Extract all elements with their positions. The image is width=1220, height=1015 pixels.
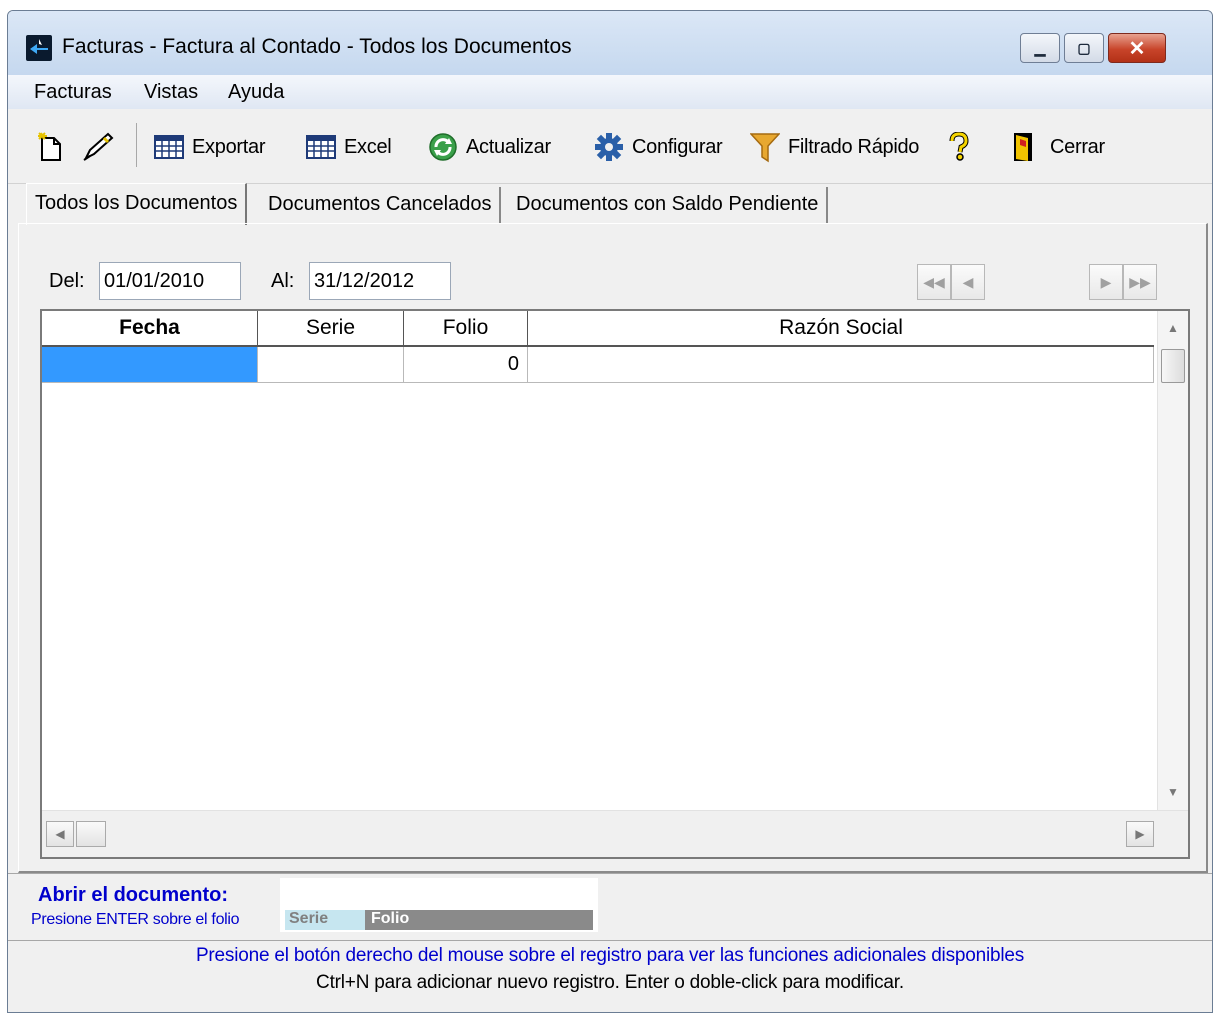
abrir-documento-title: Abrir el documento: bbox=[38, 884, 229, 906]
cerrar-button[interactable]: Cerrar bbox=[1012, 131, 1105, 163]
arrow-down-icon: ▼ bbox=[1167, 785, 1179, 799]
cell-folio[interactable]: 0 bbox=[404, 347, 528, 383]
horizontal-scrollbar[interactable]: ◀ ▶ bbox=[42, 810, 1188, 857]
tab-documentos-saldo-pendiente[interactable]: Documentos con Saldo Pendiente bbox=[508, 187, 829, 223]
menu-facturas[interactable]: Facturas bbox=[34, 81, 112, 104]
filtrado-rapido-button[interactable]: Filtrado Rápido bbox=[750, 131, 919, 163]
status-separator bbox=[8, 940, 1212, 941]
menu-ayuda[interactable]: Ayuda bbox=[228, 81, 284, 104]
table-icon bbox=[154, 135, 184, 159]
new-document-button[interactable] bbox=[38, 131, 64, 163]
configurar-button[interactable]: Configurar bbox=[594, 131, 723, 163]
toolbar-separator bbox=[136, 123, 137, 167]
cell-serie[interactable] bbox=[258, 347, 404, 383]
title-bar[interactable]: Facturas - Factura al Contado - Todos lo… bbox=[8, 11, 1212, 76]
maximize-icon: ▢ bbox=[1077, 39, 1091, 56]
cell-fecha[interactable] bbox=[42, 347, 258, 383]
nav-first-prev-group: ◀◀ ◀ bbox=[917, 264, 985, 300]
window-title: Facturas - Factura al Contado - Todos lo… bbox=[62, 35, 572, 58]
cell-razon-social[interactable] bbox=[528, 347, 1154, 383]
vertical-scroll-thumb[interactable] bbox=[1161, 349, 1185, 383]
table-row[interactable]: 0 bbox=[42, 347, 1154, 383]
funnel-icon bbox=[750, 133, 780, 163]
horizontal-scroll-thumb[interactable] bbox=[76, 821, 106, 847]
prev-icon: ◀ bbox=[962, 273, 974, 290]
search-field-folio[interactable]: Folio bbox=[365, 910, 593, 930]
minimize-button[interactable]: ▁ bbox=[1020, 33, 1060, 63]
actualizar-label: Actualizar bbox=[466, 135, 551, 158]
first-record-button[interactable]: ◀◀ bbox=[917, 264, 951, 300]
exit-door-icon bbox=[1014, 133, 1032, 161]
next-icon: ▶ bbox=[1100, 273, 1112, 290]
exportar-label: Exportar bbox=[192, 135, 266, 158]
edit-pen-button[interactable] bbox=[82, 131, 114, 163]
main-window: Facturas - Factura al Contado - Todos lo… bbox=[7, 10, 1213, 1013]
right-click-hint: Presione el botón derecho del mouse sobr… bbox=[195, 945, 1025, 966]
vertical-scrollbar[interactable]: ▲ ▼ bbox=[1157, 311, 1188, 811]
al-date-input[interactable] bbox=[309, 262, 451, 300]
cerrar-label: Cerrar bbox=[1050, 135, 1105, 158]
last-icon: ▶▶ bbox=[1129, 273, 1151, 290]
menu-vistas[interactable]: Vistas bbox=[144, 81, 198, 104]
minimize-icon: ▁ bbox=[1034, 39, 1046, 56]
arrow-right-icon: ▶ bbox=[1135, 827, 1145, 841]
scroll-left-button[interactable]: ◀ bbox=[46, 821, 74, 847]
tab-documentos-cancelados[interactable]: Documentos Cancelados bbox=[260, 187, 502, 223]
nav-next-last-group: ▶ ▶▶ bbox=[1089, 264, 1157, 300]
tab-strip: Todos los Documentos Documentos Cancelad… bbox=[8, 183, 1212, 225]
prev-record-button[interactable]: ◀ bbox=[951, 264, 985, 300]
keyboard-hint: Ctrl+N para adicionar nuevo registro. En… bbox=[316, 972, 904, 993]
column-header-serie[interactable]: Serie bbox=[258, 311, 404, 347]
help-icon bbox=[949, 132, 969, 161]
grid-header: Fecha Serie Folio Razón Social bbox=[42, 311, 1154, 347]
scroll-up-button[interactable]: ▲ bbox=[1159, 315, 1187, 341]
last-record-button[interactable]: ▶▶ bbox=[1123, 264, 1157, 300]
column-header-razon-social[interactable]: Razón Social bbox=[528, 311, 1154, 347]
menu-bar: Facturas Vistas Ayuda bbox=[8, 75, 1212, 110]
column-header-folio[interactable]: Folio bbox=[404, 311, 528, 347]
excel-button[interactable]: Excel bbox=[306, 131, 392, 163]
filtrado-label: Filtrado Rápido bbox=[788, 135, 920, 158]
maximize-button[interactable]: ▢ bbox=[1064, 33, 1104, 63]
arrow-left-icon: ◀ bbox=[55, 827, 65, 841]
scroll-down-button[interactable]: ▼ bbox=[1159, 779, 1187, 805]
scroll-right-button[interactable]: ▶ bbox=[1126, 821, 1154, 847]
search-field-serie[interactable]: Serie bbox=[285, 910, 365, 930]
help-button[interactable] bbox=[948, 131, 970, 163]
configurar-label: Configurar bbox=[632, 135, 723, 158]
app-icon bbox=[26, 35, 52, 61]
bottom-help-area: Abrir el documento: Presione ENTER sobre… bbox=[8, 873, 1212, 1012]
del-label: Del: bbox=[49, 270, 85, 292]
al-label: Al: bbox=[271, 270, 295, 292]
close-icon: ✕ bbox=[1128, 37, 1146, 60]
toolbar: Exportar Excel Actualizar Configurar Fil… bbox=[8, 109, 1212, 184]
documents-grid[interactable]: Fecha Serie Folio Razón Social 0 ▲ ▼ ◀ ▶ bbox=[40, 309, 1190, 859]
first-icon: ◀◀ bbox=[923, 273, 945, 290]
actualizar-button[interactable]: Actualizar bbox=[428, 131, 551, 163]
arrow-up-icon: ▲ bbox=[1167, 321, 1179, 335]
refresh-icon bbox=[429, 133, 457, 161]
next-record-button[interactable]: ▶ bbox=[1089, 264, 1123, 300]
new-document-icon bbox=[38, 132, 61, 161]
abrir-documento-hint: Presione ENTER sobre el folio bbox=[31, 911, 240, 928]
del-date-input[interactable] bbox=[99, 262, 241, 300]
gear-icon bbox=[595, 133, 623, 161]
tab-todos-los-documentos[interactable]: Todos los Documentos bbox=[26, 183, 248, 225]
column-header-fecha[interactable]: Fecha bbox=[42, 311, 258, 347]
excel-label: Excel bbox=[344, 135, 392, 158]
close-window-button[interactable]: ✕ bbox=[1108, 33, 1166, 63]
table-icon bbox=[306, 135, 336, 159]
pen-icon bbox=[83, 132, 114, 161]
exportar-button[interactable]: Exportar bbox=[154, 131, 265, 163]
